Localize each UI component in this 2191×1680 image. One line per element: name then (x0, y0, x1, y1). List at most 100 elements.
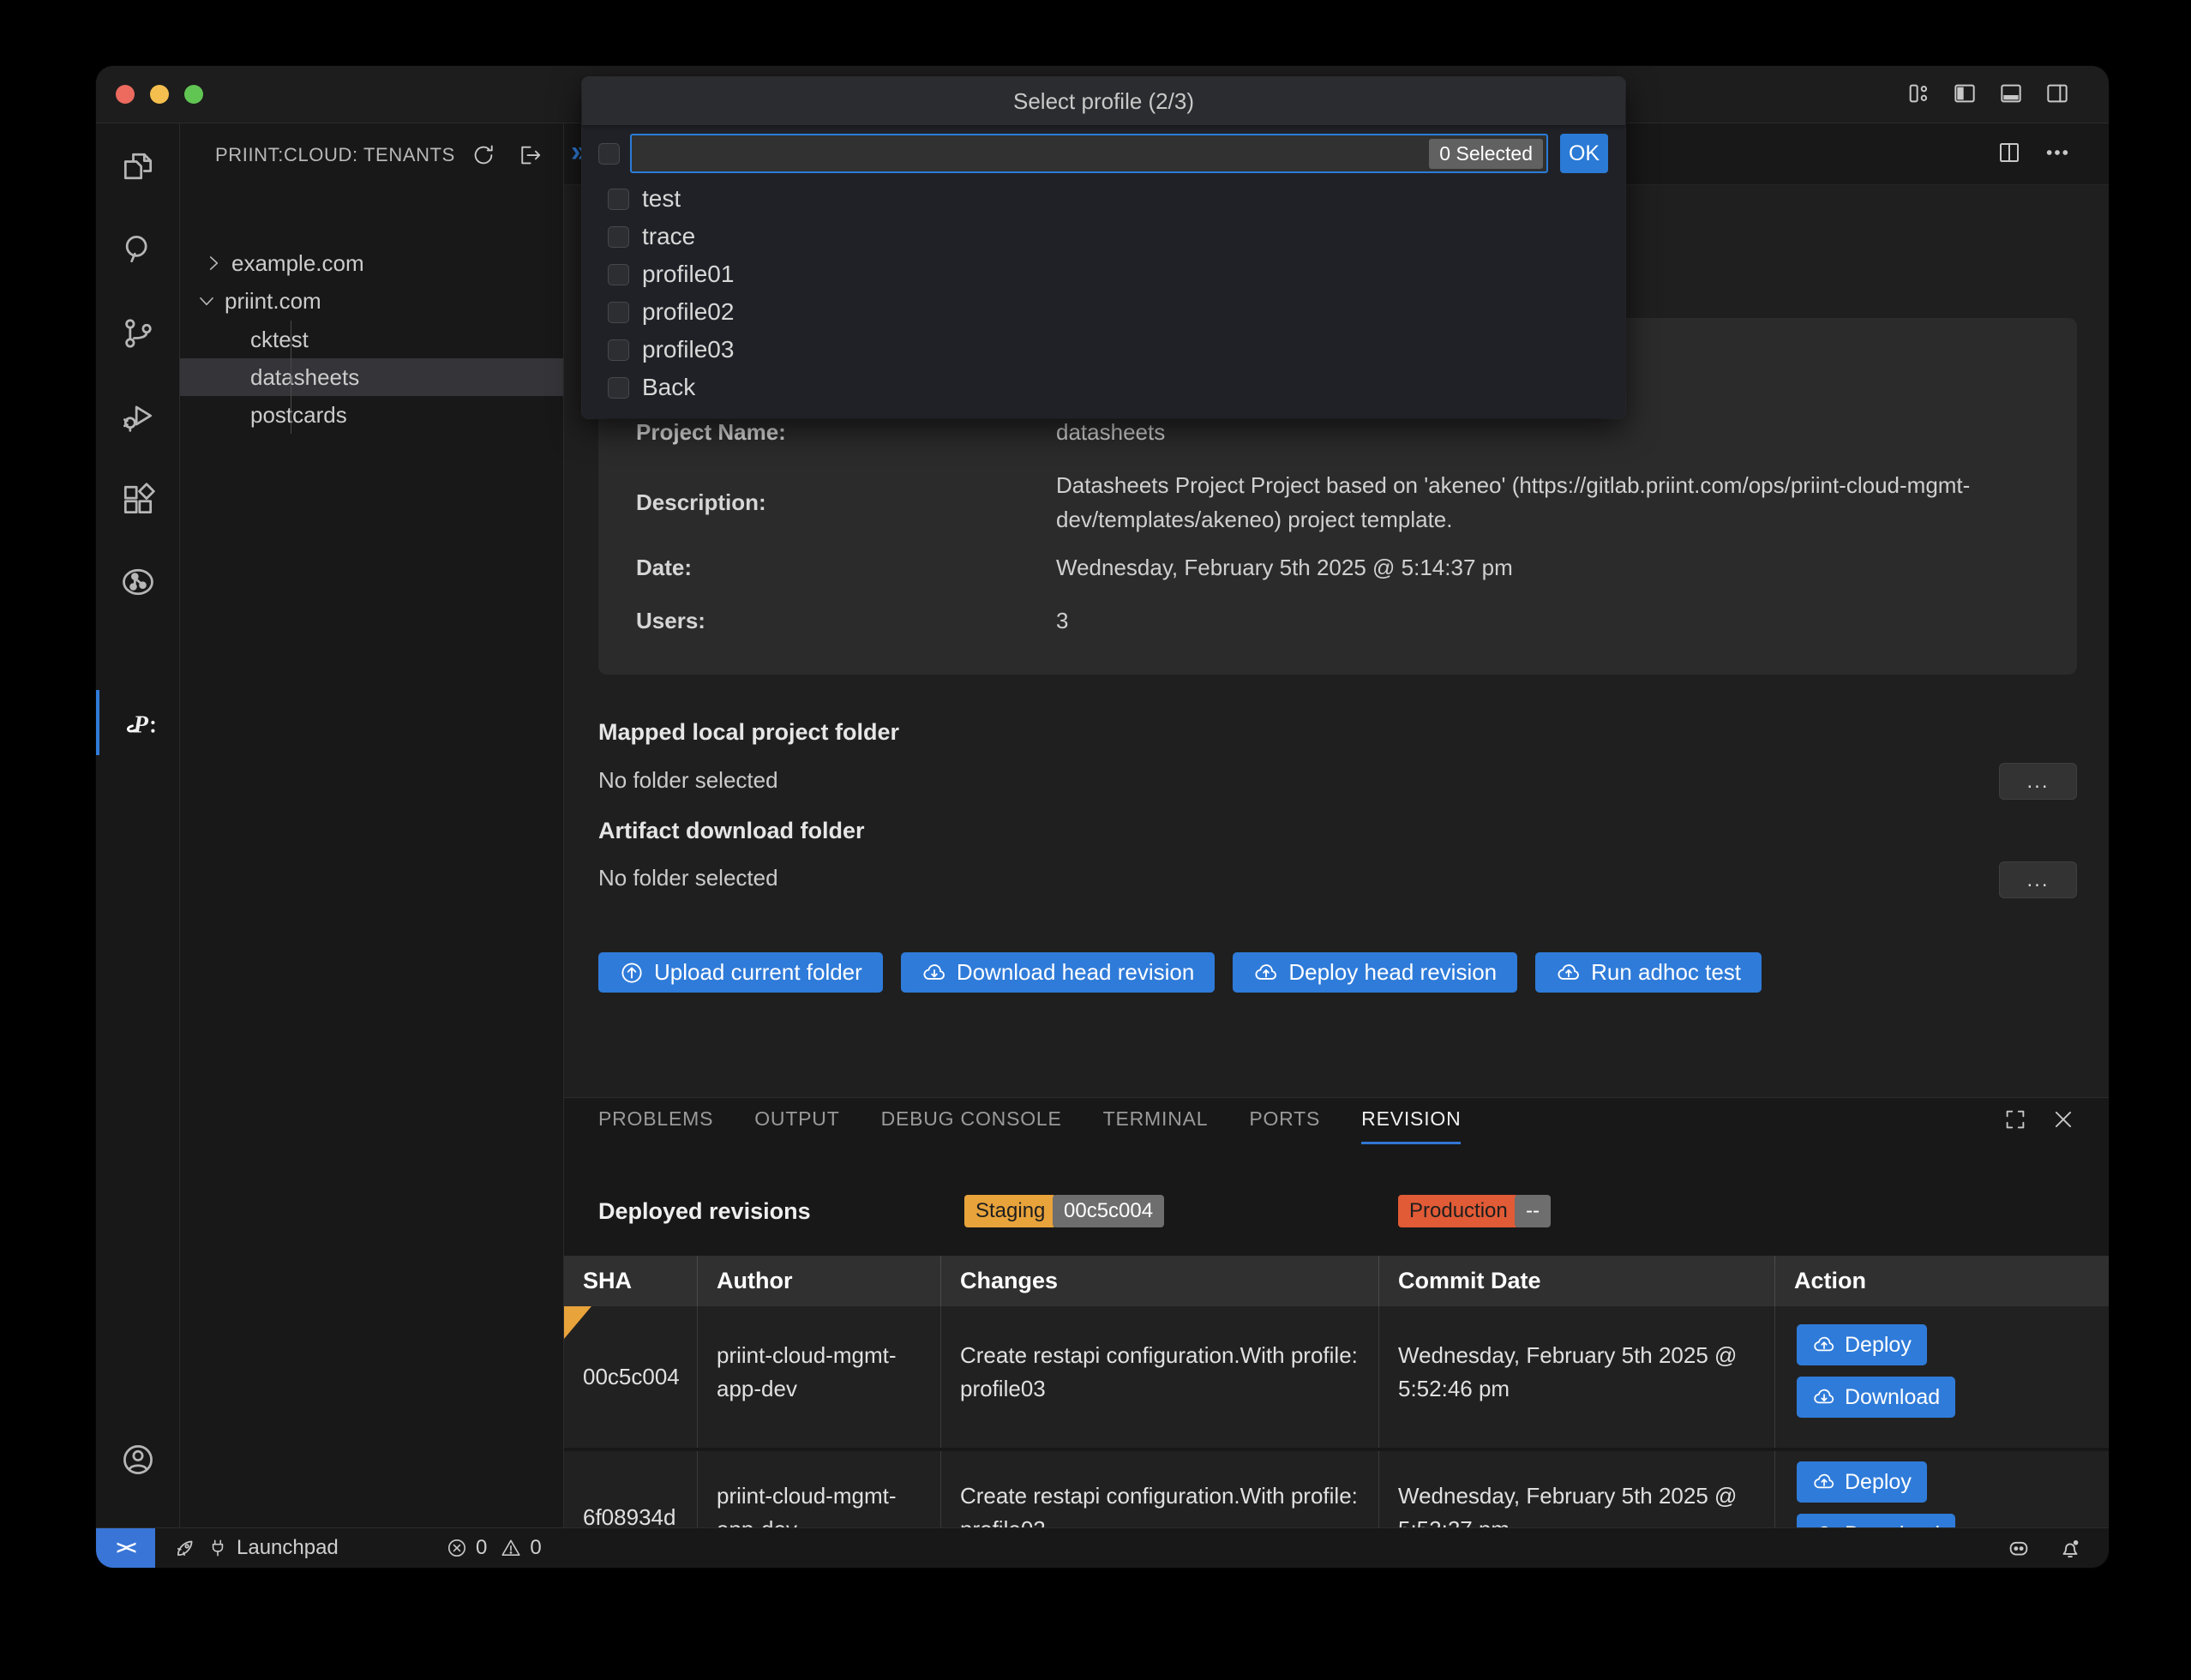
artifact-folder-value: No folder selected (598, 861, 778, 895)
select-profile-dialog: Select profile (2/3) 0 Selected OK test … (582, 77, 1625, 418)
ok-button[interactable]: OK (1560, 134, 1608, 173)
author-cell: priint-cloud-mgmt-app-dev (698, 1451, 941, 1529)
activity-bar: P (96, 123, 180, 1528)
option-checkbox[interactable] (608, 339, 629, 361)
toggle-primary-sidebar-icon[interactable] (1951, 80, 1978, 107)
option-profile02[interactable]: profile02 (582, 293, 1625, 331)
customize-layout-icon[interactable] (1905, 80, 1932, 107)
chevron-down-icon (195, 290, 218, 312)
chevron-right-icon (202, 252, 225, 274)
option-back[interactable]: Back (582, 369, 1625, 406)
upload-current-folder-button[interactable]: Upload current folder (598, 952, 883, 993)
minimize-window-button[interactable] (150, 85, 169, 104)
option-profile03[interactable]: profile03 (582, 331, 1625, 369)
col-sha: SHA (564, 1256, 698, 1306)
date-label: Date: (636, 550, 692, 585)
date-value: Wednesday, February 5th 2025 @ 5:14:37 p… (1056, 550, 2025, 585)
explorer-icon[interactable] (96, 134, 179, 199)
extensions-icon[interactable] (96, 466, 179, 531)
run-debug-icon[interactable] (96, 383, 179, 448)
maximize-panel-icon[interactable] (2002, 1107, 2028, 1132)
tree-item-priint-com[interactable]: priint.com (180, 282, 563, 320)
launchpad-status-item[interactable]: Launchpad (173, 1528, 339, 1568)
production-sha-badge: -- (1515, 1195, 1551, 1227)
split-editor-icon[interactable] (1996, 139, 2023, 166)
action-button-row: Upload current folder Download head revi… (598, 952, 1762, 993)
remote-indicator[interactable]: >< (96, 1528, 155, 1568)
selected-count-badge: 0 Selected (1429, 139, 1543, 169)
notifications-bell-icon[interactable] (2057, 1535, 2083, 1561)
cloud-download-icon (1812, 1385, 1836, 1409)
problems-status-item[interactable]: 0 0 (446, 1528, 542, 1568)
close-panel-icon[interactable] (2050, 1107, 2076, 1132)
warning-icon (500, 1537, 522, 1559)
toggle-secondary-sidebar-icon[interactable] (2044, 80, 2071, 107)
refresh-icon[interactable] (471, 142, 496, 168)
search-icon[interactable] (96, 217, 179, 282)
profile-filter-input[interactable] (632, 141, 1429, 167)
close-window-button[interactable] (116, 85, 135, 104)
tenant-graph-icon[interactable] (96, 549, 179, 615)
priint-cloud-icon[interactable]: P (96, 690, 183, 755)
staging-badge: Staging (964, 1195, 1056, 1227)
error-count: 0 (476, 1536, 487, 1560)
deploy-button[interactable]: Deploy (1797, 1461, 1927, 1503)
rocket-icon (173, 1536, 197, 1560)
deploy-button[interactable]: Deploy (1797, 1324, 1927, 1365)
mapped-folder-heading: Mapped local project folder (598, 715, 899, 749)
download-head-revision-button[interactable]: Download head revision (901, 952, 1216, 993)
tab-debug-console[interactable]: DEBUG CONSOLE (881, 1097, 1062, 1144)
editor-more-actions-icon[interactable] (2044, 139, 2071, 166)
vscode-window: P PRIINT:CLOUD: TENANTS example.com prii… (96, 66, 2109, 1568)
tree-item-example-com[interactable]: example.com (180, 244, 563, 282)
run-adhoc-test-button[interactable]: Run adhoc test (1535, 952, 1762, 993)
sha-cell: 6f08934d (564, 1451, 698, 1529)
copilot-icon[interactable] (2006, 1535, 2032, 1561)
option-checkbox[interactable] (608, 264, 629, 285)
tree-item-datasheets[interactable]: datasheets (180, 358, 563, 396)
option-checkbox[interactable] (608, 377, 629, 399)
cloud-upload-icon (1812, 1470, 1836, 1494)
cloud-upload-icon (1556, 960, 1582, 986)
tree-item-cktest[interactable]: cktest (180, 321, 563, 358)
option-checkbox[interactable] (608, 226, 629, 248)
sign-out-icon[interactable] (517, 142, 543, 168)
table-row: 6f08934d priint-cloud-mgmt-app-dev Creat… (564, 1451, 2109, 1529)
option-profile01[interactable]: profile01 (582, 255, 1625, 293)
sidebar-tenants: PRIINT:CLOUD: TENANTS example.com priint… (180, 123, 564, 1528)
tab-terminal[interactable]: TERMINAL (1103, 1097, 1209, 1144)
deploy-head-revision-button[interactable]: Deploy head revision (1233, 952, 1517, 993)
date-cell: Wednesday, February 5th 2025 @ 5:52:46 p… (1379, 1306, 1775, 1448)
source-control-icon[interactable] (96, 301, 179, 366)
sidebar-title: PRIINT:CLOUD: TENANTS (215, 144, 471, 166)
cloud-download-icon (921, 960, 947, 986)
profile-filter-inputbox[interactable]: 0 Selected (630, 134, 1548, 173)
error-icon (446, 1537, 468, 1559)
panel-tab-bar: PROBLEMS OUTPUT DEBUG CONSOLE TERMINAL P… (598, 1098, 1461, 1143)
tab-problems[interactable]: PROBLEMS (598, 1097, 713, 1144)
tree-item-postcards[interactable]: postcards (180, 396, 563, 434)
tab-output[interactable]: OUTPUT (754, 1097, 839, 1144)
staging-sha-badge: 00c5c004 (1053, 1195, 1164, 1227)
tab-ports[interactable]: PORTS (1249, 1097, 1320, 1144)
project-name-label: Project Name: (636, 415, 786, 449)
option-trace[interactable]: trace (582, 218, 1625, 255)
account-icon[interactable] (96, 1427, 179, 1492)
svg-text:P: P (132, 711, 148, 739)
author-cell: priint-cloud-mgmt-app-dev (698, 1306, 941, 1448)
action-cell: Deploy Download (1775, 1451, 2109, 1529)
option-checkbox[interactable] (608, 189, 629, 210)
download-button[interactable]: Download (1797, 1377, 1955, 1418)
warning-count: 0 (530, 1536, 541, 1560)
zoom-window-button[interactable] (184, 85, 203, 104)
browse-mapped-folder-button[interactable]: ... (1999, 763, 2077, 800)
tab-revision[interactable]: REVISION (1361, 1097, 1461, 1144)
toggle-all-checkbox[interactable] (598, 143, 620, 165)
project-name-value: datasheets (1056, 415, 2025, 449)
toggle-panel-icon[interactable] (1997, 80, 2025, 107)
option-test[interactable]: test (582, 180, 1625, 218)
option-checkbox[interactable] (608, 302, 629, 323)
plug-icon (207, 1537, 229, 1559)
browse-artifact-folder-button[interactable]: ... (1999, 861, 2077, 898)
cloud-upload-icon (1812, 1333, 1836, 1357)
